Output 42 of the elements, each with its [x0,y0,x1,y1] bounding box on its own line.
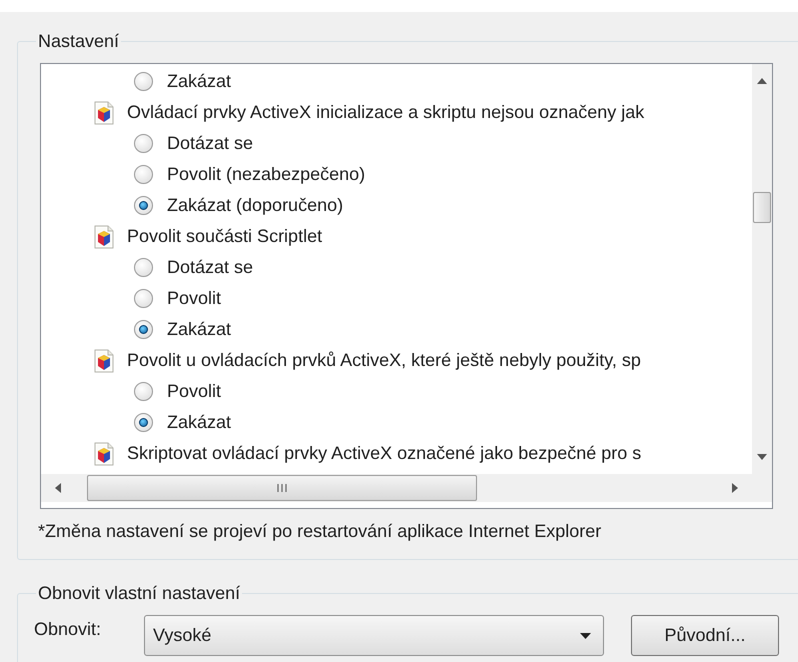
group-title: Obnovit vlastní nastavení [37,582,242,605]
radio-button[interactable] [134,134,153,153]
radio-button[interactable] [134,165,153,184]
scroll-thumb[interactable] [753,192,771,223]
radio-button[interactable] [134,196,153,215]
radio-label[interactable]: Povolit (nezabezpečeno) [167,161,366,188]
grip-icon [277,484,287,492]
radio-button[interactable] [134,72,153,91]
scroll-up-icon[interactable] [757,78,767,84]
vertical-scrollbar[interactable] [752,64,772,474]
setting-title: Povolit u ovládacích prvků ActiveX, které ještě nebyly použity, sp [127,349,641,372]
radio-button[interactable] [134,320,153,339]
setting-title: Skriptovat ovládací prvky ActiveX označené jako bezpečné pro s [127,442,642,465]
horizontal-scrollbar[interactable] [41,474,752,502]
script-settings-icon [93,100,115,124]
radio-label[interactable]: Zakázat [167,68,232,95]
reset-label: Obnovit: [34,618,102,641]
scroll-left-icon[interactable] [55,483,61,493]
script-settings-icon [93,224,115,248]
setting-title: Ovládací prvky ActiveX inicializace a skriptu nejsou označeny jak [127,101,644,124]
radio-label[interactable]: Povolit [167,285,222,312]
dropdown-caret-icon [580,632,591,638]
radio-button[interactable] [134,382,153,401]
radio-label[interactable]: Zakázat [167,316,232,343]
radio-button[interactable] [134,258,153,277]
radio-button[interactable] [134,289,153,308]
scroll-thumb[interactable] [87,475,477,501]
setting-title: Povolit součásti Scriptlet [127,225,322,248]
script-settings-icon [93,348,115,372]
radio-label[interactable]: Dotázat se [167,254,254,281]
level-dropdown[interactable]: Vysoké [144,615,604,656]
radio-label[interactable]: Dotázat se [167,130,254,157]
scroll-down-icon[interactable] [757,454,767,460]
radio-label[interactable]: Zakázat (doporučeno) [167,192,344,219]
radio-label[interactable]: Zakázat [167,409,232,436]
radio-label[interactable]: Povolit [167,378,222,405]
group-title: Nastavení [37,30,120,53]
scroll-right-icon[interactable] [732,483,738,493]
script-settings-icon [93,442,115,466]
radio-button[interactable] [134,413,153,432]
restart-note: *Změna nastavení se projeví po restartování aplikace Internet Explorer [38,520,602,543]
default-button[interactable]: Původní... [631,615,779,656]
